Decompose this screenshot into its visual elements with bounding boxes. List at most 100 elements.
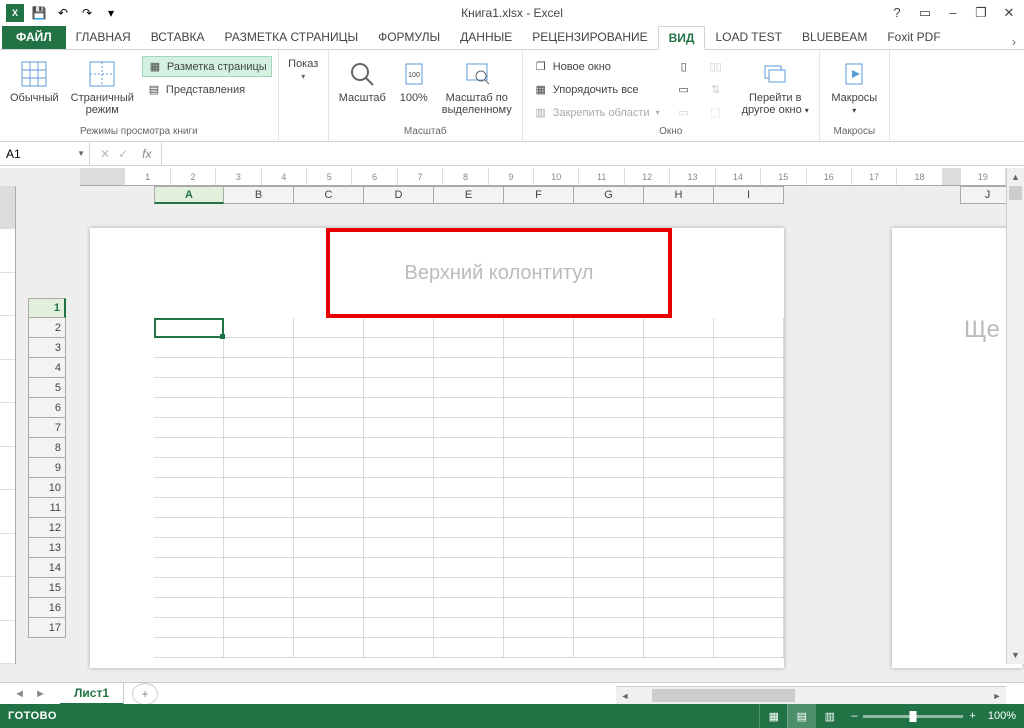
cell[interactable] [224, 478, 294, 498]
redo-icon[interactable]: ↷ [76, 2, 98, 24]
scroll-left-icon[interactable]: ◄ [616, 687, 634, 704]
cell[interactable] [364, 438, 434, 458]
zoom-selection-button[interactable]: Масштаб по выделенному [438, 56, 516, 118]
save-icon[interactable]: 💾 [28, 2, 50, 24]
cell[interactable] [294, 398, 364, 418]
view-side-button[interactable]: ▯▯ [704, 56, 728, 77]
cell[interactable] [364, 418, 434, 438]
custom-views-button[interactable]: ▤ Представления [142, 79, 272, 100]
row-header-1[interactable]: 1 [28, 298, 66, 318]
zoom-level[interactable]: 100% [988, 710, 1016, 722]
col-header-h[interactable]: H [644, 186, 714, 204]
row-header-7[interactable]: 7 [28, 418, 66, 438]
close-button[interactable]: ✕ [996, 3, 1022, 23]
scroll-right-icon[interactable]: ► [988, 687, 1006, 704]
sheet-tab-1[interactable]: Лист1 [60, 683, 124, 705]
cell[interactable] [714, 538, 784, 558]
row-header-10[interactable]: 10 [28, 478, 66, 498]
cell[interactable] [434, 458, 504, 478]
cell[interactable] [574, 478, 644, 498]
cell[interactable] [574, 458, 644, 478]
row-header-8[interactable]: 8 [28, 438, 66, 458]
tab-loadtest[interactable]: LOAD TEST [705, 25, 791, 49]
cell[interactable] [294, 438, 364, 458]
zoom-in-button[interactable]: + [969, 710, 975, 722]
cell[interactable] [434, 438, 504, 458]
cell[interactable] [644, 338, 714, 358]
tab-foxit[interactable]: Foxit PDF [877, 25, 950, 49]
row-header-9[interactable]: 9 [28, 458, 66, 478]
cell[interactable] [644, 418, 714, 438]
cell[interactable] [434, 398, 504, 418]
cell[interactable] [574, 598, 644, 618]
cell[interactable] [364, 618, 434, 638]
cell[interactable] [224, 518, 294, 538]
cell[interactable] [714, 318, 784, 338]
cell[interactable] [714, 498, 784, 518]
fx-icon[interactable]: fx [136, 147, 151, 161]
undo-icon[interactable]: ↶ [52, 2, 74, 24]
cell[interactable] [504, 378, 574, 398]
macros-button[interactable]: Макросы▾ [827, 56, 881, 119]
cell[interactable] [644, 518, 714, 538]
cell[interactable] [364, 378, 434, 398]
tabs-overflow-icon[interactable]: › [1004, 35, 1024, 49]
col-header-g[interactable]: G [574, 186, 644, 204]
row-header-17[interactable]: 17 [28, 618, 66, 638]
cell[interactable] [364, 558, 434, 578]
col-header-a[interactable]: A [154, 186, 224, 204]
pagebreak-view-shortcut[interactable]: ▥ [815, 704, 843, 728]
cell[interactable] [224, 578, 294, 598]
name-box-dropdown-icon[interactable]: ▼ [77, 149, 85, 158]
cell[interactable] [294, 558, 364, 578]
reset-pos-button[interactable]: ⬚ [704, 102, 728, 123]
sheet-nav-prev-icon[interactable]: ◄ [14, 688, 25, 700]
cell[interactable] [294, 518, 364, 538]
page2-header-text[interactable]: Ще [964, 316, 1000, 344]
cell[interactable] [154, 578, 224, 598]
cell[interactable] [154, 338, 224, 358]
cell[interactable] [574, 618, 644, 638]
zoom-slider[interactable] [863, 715, 963, 718]
hscroll-track[interactable] [652, 687, 970, 704]
cell[interactable] [574, 418, 644, 438]
cell[interactable] [224, 598, 294, 618]
cell[interactable] [644, 318, 714, 338]
cell[interactable] [714, 558, 784, 578]
cell[interactable] [434, 578, 504, 598]
cell[interactable] [434, 538, 504, 558]
cell[interactable] [644, 498, 714, 518]
row-header-15[interactable]: 15 [28, 578, 66, 598]
cell[interactable] [294, 578, 364, 598]
cell-grid[interactable] [154, 318, 784, 658]
cell[interactable] [714, 418, 784, 438]
cell[interactable] [224, 498, 294, 518]
cell[interactable] [294, 478, 364, 498]
zoom-button[interactable]: Масштаб [335, 56, 390, 106]
row-header-16[interactable]: 16 [28, 598, 66, 618]
unhide-button[interactable]: ▭ [672, 102, 696, 123]
hscroll-thumb[interactable] [652, 689, 795, 702]
cell[interactable] [154, 538, 224, 558]
cell[interactable] [644, 618, 714, 638]
add-sheet-button[interactable]: + [132, 683, 158, 705]
tab-bluebeam[interactable]: BLUEBEAM [792, 25, 877, 49]
cell[interactable] [294, 598, 364, 618]
cell[interactable] [504, 618, 574, 638]
tab-data[interactable]: ДАННЫЕ [450, 25, 522, 49]
cell[interactable] [714, 598, 784, 618]
cell[interactable] [224, 378, 294, 398]
restore-button[interactable]: ❐ [968, 3, 994, 23]
split-button[interactable]: ▯ [672, 56, 696, 77]
cell[interactable] [714, 438, 784, 458]
cell[interactable] [434, 378, 504, 398]
cell[interactable] [294, 638, 364, 658]
cell[interactable] [644, 578, 714, 598]
arrange-all-button[interactable]: ▦Упорядочить все [529, 79, 664, 100]
cell[interactable] [224, 338, 294, 358]
cell[interactable] [434, 318, 504, 338]
cell[interactable] [574, 378, 644, 398]
cell[interactable] [434, 418, 504, 438]
cell[interactable] [504, 578, 574, 598]
cell[interactable] [154, 518, 224, 538]
